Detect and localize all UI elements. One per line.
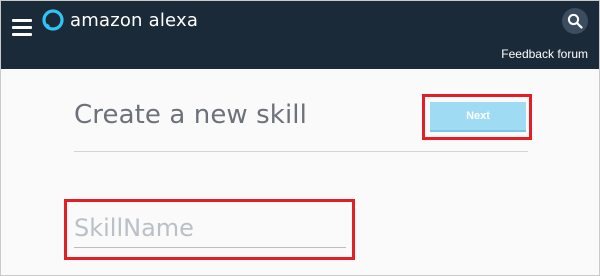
next-button[interactable]: Next bbox=[430, 102, 526, 132]
search-icon bbox=[567, 13, 583, 29]
menu-bar bbox=[12, 33, 32, 36]
title-divider bbox=[74, 151, 528, 152]
alexa-ring-icon bbox=[42, 9, 64, 31]
search-button[interactable] bbox=[562, 8, 588, 34]
page-frame: amazon alexa Feedback forum Create a new… bbox=[0, 0, 600, 276]
alexa-brand-logo[interactable]: amazon alexa bbox=[41, 7, 198, 33]
app-name: amazon alexa bbox=[70, 9, 199, 31]
menu-bar bbox=[12, 19, 32, 22]
page-title: Create a new skill bbox=[74, 100, 307, 130]
hamburger-menu-icon[interactable] bbox=[12, 18, 32, 36]
skill-name-input[interactable] bbox=[74, 209, 346, 248]
feedback-forum-link[interactable]: Feedback forum bbox=[501, 47, 588, 61]
top-navigation-bar: amazon alexa Feedback forum bbox=[1, 1, 599, 69]
menu-bar bbox=[12, 26, 32, 29]
